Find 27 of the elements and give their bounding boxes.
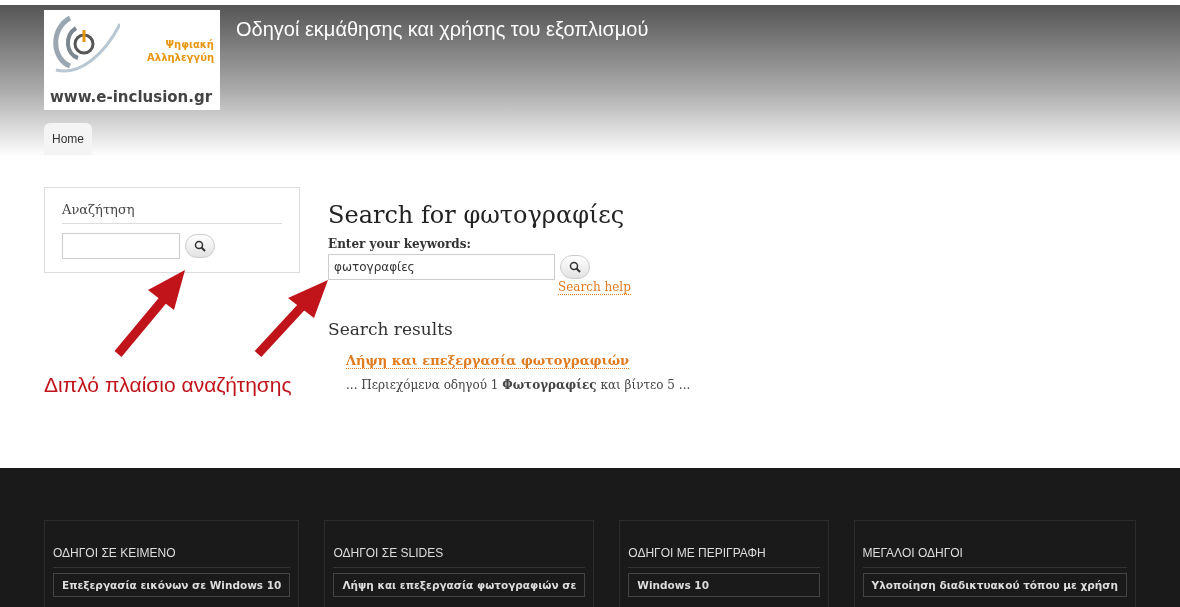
search-icon [194, 240, 206, 252]
column-title: ΟΔΗΓΟΙ ΜΕ ΠΕΡΙΓΡΑΦΗ [628, 546, 820, 568]
search-button[interactable] [185, 234, 215, 258]
footer-link[interactable]: Windows 10 [628, 573, 820, 597]
search-field[interactable] [62, 233, 180, 259]
logo-text: Ψηφιακή [165, 39, 214, 50]
keywords-field[interactable]: φωτογραφίες [328, 254, 555, 280]
page-heading: Search for φωτογραφίες [328, 201, 626, 229]
logo-url: www.e-inclusion.gr [50, 88, 214, 106]
nav-tab[interactable]: Home [44, 123, 92, 155]
power-swirl-icon [50, 14, 120, 76]
site-logo[interactable]: Ψηφιακή Αλληλεγγύη www.e-inclusion.gr [44, 10, 220, 110]
site-title: Οδηγοί εκμάθησης και χρήσης του εξοπλισμού [236, 18, 649, 42]
footer-link[interactable]: Υλοποίηση διαδικτυακού τόπου με χρήση [862, 573, 1127, 597]
footer-link[interactable]: Επεξεργασία εικόνων σε Windows 10 [53, 573, 291, 597]
results-heading: Search results [328, 319, 454, 339]
search-button[interactable] [560, 255, 590, 279]
column-title: ΜΕΓΑΛΟΙ ΟΔΗΓΟΙ [862, 546, 1127, 568]
search-icon [569, 261, 581, 273]
field-label: Enter your keywords: [328, 237, 472, 251]
footer-link[interactable]: Λήψη και επεξεργασία φωτογραφιών σε [333, 573, 586, 597]
column-title: ΟΔΗΓΟΙ ΣΕ ΚΕΙΜΕΝΟ [53, 546, 291, 568]
block-title: Αναζήτηση [62, 202, 282, 224]
logo-text: Αλληλεγγύη [147, 52, 214, 63]
result-snippet: ... Περιεχόμενα οδηγού 1 Φωτογραφίες και βίντεο 5 ... [346, 378, 691, 392]
column-title: ΟΔΗΓΟΙ ΣΕ SLIDES [333, 546, 586, 568]
annotation-text: Διπλό πλαίσιο αναζήτησης [44, 373, 292, 397]
